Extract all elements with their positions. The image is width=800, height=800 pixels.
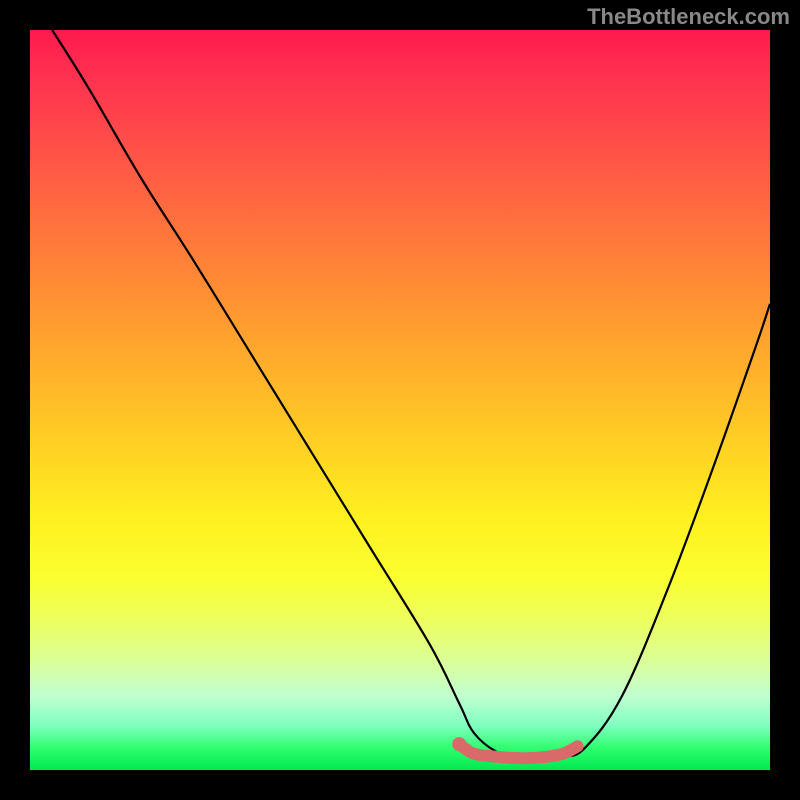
chart-container: TheBottleneck.com bbox=[0, 0, 800, 800]
optimal-zone-path bbox=[459, 744, 577, 758]
curve-overlay bbox=[30, 30, 770, 770]
plot-area bbox=[30, 30, 770, 770]
bottleneck-curve-path bbox=[52, 30, 770, 758]
optimal-zone-start-dot bbox=[452, 737, 466, 751]
watermark-text: TheBottleneck.com bbox=[587, 4, 790, 30]
